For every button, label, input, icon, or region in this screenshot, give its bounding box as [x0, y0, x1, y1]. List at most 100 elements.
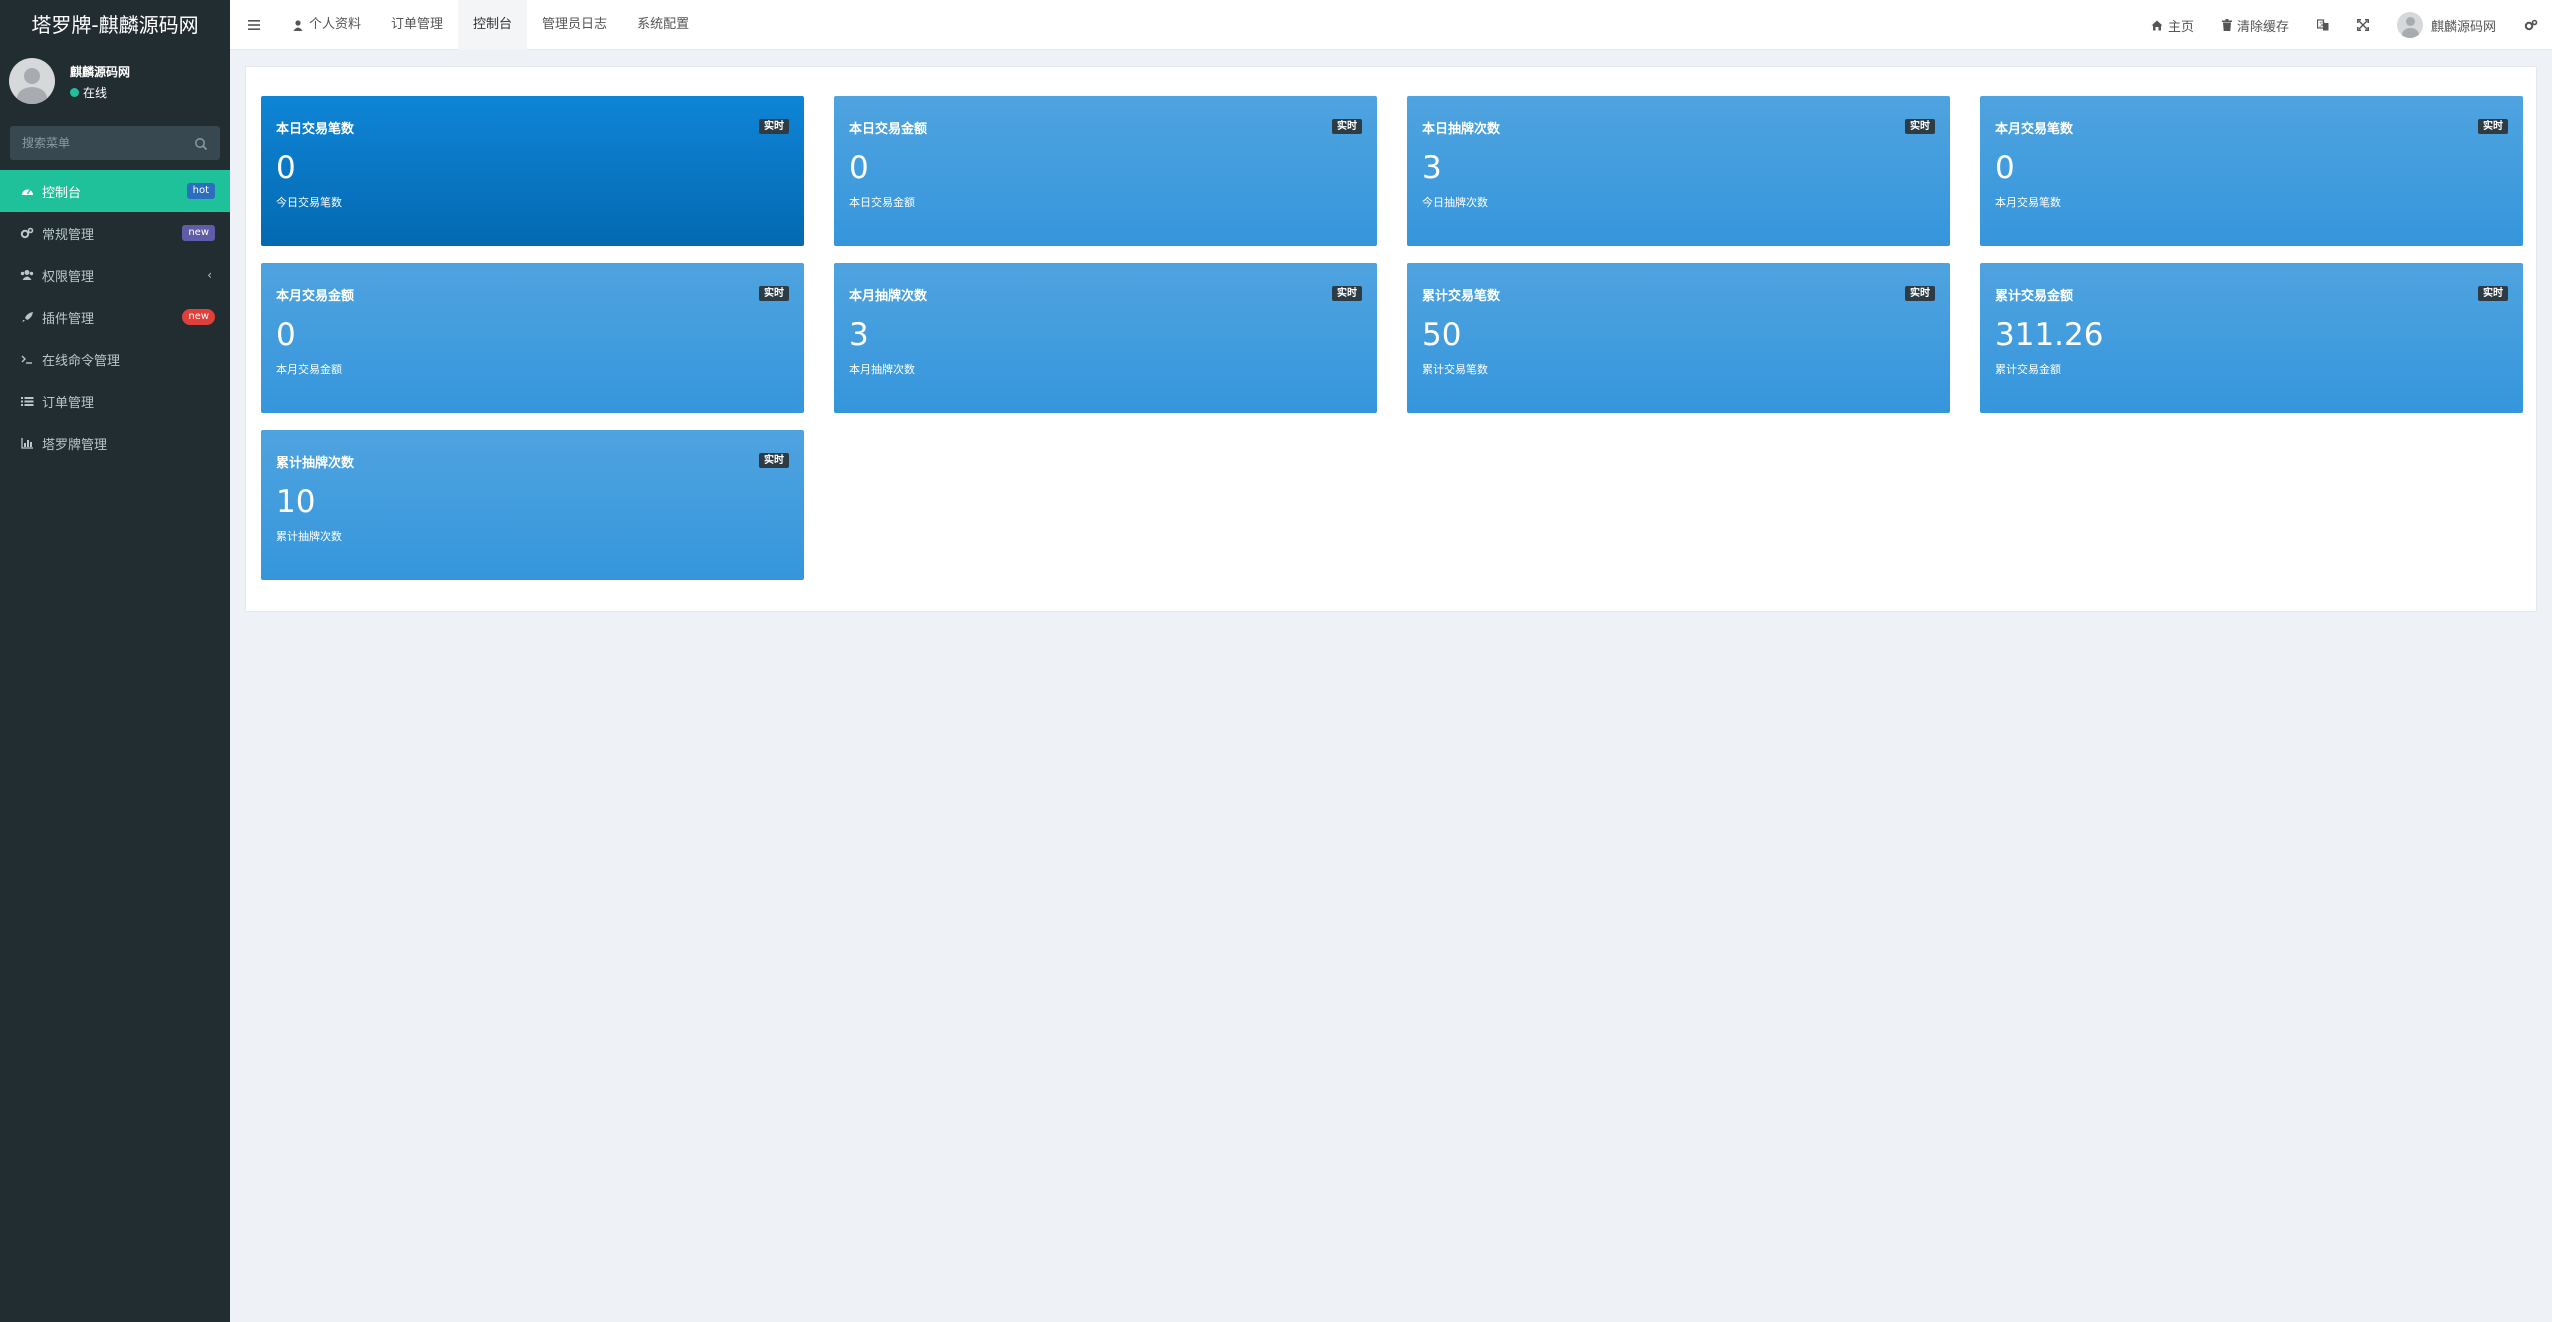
- cogs-icon: [20, 226, 34, 240]
- realtime-badge: 实时: [2478, 286, 2508, 301]
- trash-icon: [2221, 19, 2232, 31]
- terminal-icon: [20, 352, 34, 366]
- sidebar-item-label: 订单管理: [42, 395, 95, 411]
- sidebar: 塔罗牌-麒麟源码网 麒麟源码网 在线 控制台 hot 常规管理 new: [0, 0, 230, 1322]
- sidebar-item-label: 控制台: [42, 185, 82, 201]
- stat-card-value: 0: [849, 150, 869, 186]
- stat-card: 本月交易金额 实时 0 本月交易金额: [261, 263, 804, 413]
- realtime-badge: 实时: [1905, 286, 1935, 301]
- search-icon[interactable]: [194, 136, 208, 151]
- sidebar-toggle-icon[interactable]: [230, 0, 278, 50]
- stat-card-subtitle: 本月交易笔数: [1995, 196, 2061, 209]
- fullscreen-icon[interactable]: [2343, 0, 2383, 50]
- stat-card-value: 311.26: [1995, 317, 2104, 353]
- stat-card-title: 本日交易金额: [849, 122, 928, 137]
- sidebar-item-general[interactable]: 常规管理 new: [0, 212, 230, 254]
- realtime-badge: 实时: [1332, 119, 1362, 134]
- stat-card-title: 本月交易笔数: [1995, 122, 2074, 137]
- stat-card-title: 本日交易笔数: [276, 122, 355, 137]
- sidebar-item-label: 在线命令管理: [42, 353, 121, 369]
- hot-badge: hot: [186, 183, 215, 199]
- stat-card-value: 3: [1422, 150, 1442, 186]
- app-title[interactable]: 塔罗牌-麒麟源码网: [0, 0, 230, 50]
- online-dot-icon: [70, 88, 79, 97]
- tab-label: 系统配置: [637, 17, 690, 32]
- stat-card-subtitle: 累计交易笔数: [1422, 363, 1488, 376]
- language-icon[interactable]: 文: [2303, 0, 2343, 50]
- list-icon: [20, 394, 34, 408]
- right-nav: 主页 清除缓存 文 麒麟源码网: [2137, 0, 2552, 50]
- sidebar-item-label: 常规管理: [42, 227, 95, 243]
- rocket-icon: [20, 310, 34, 324]
- home-icon: [2151, 20, 2163, 31]
- stat-card: 累计交易笔数 实时 50 累计交易笔数: [1407, 263, 1950, 413]
- tab-label: 管理员日志: [542, 17, 608, 32]
- tab-orders[interactable]: 订单管理: [376, 0, 458, 50]
- clear-cache-label: 清除缓存: [2236, 19, 2289, 35]
- settings-icon[interactable]: [2510, 0, 2552, 50]
- stat-card: 累计交易金额 实时 311.26 累计交易金额: [1980, 263, 2523, 413]
- tab-admin-log[interactable]: 管理员日志: [527, 0, 622, 50]
- sidebar-item-label: 插件管理: [42, 311, 95, 327]
- stat-card: 本日抽牌次数 实时 3 今日抽牌次数: [1407, 96, 1950, 246]
- user-status: 在线: [70, 84, 107, 101]
- stat-card-title: 累计交易金额: [1995, 289, 2074, 304]
- stat-card: 本月抽牌次数 实时 3 本月抽牌次数: [834, 263, 1377, 413]
- sidebar-item-command[interactable]: 在线命令管理: [0, 338, 230, 380]
- avatar: [2396, 12, 2423, 38]
- tab-label: 控制台: [473, 17, 513, 32]
- stat-card: 累计抽牌次数 实时 10 累计抽牌次数: [261, 430, 804, 580]
- stat-card-subtitle: 本月抽牌次数: [849, 363, 915, 376]
- top-navbar: 个人资料 订单管理 控制台 管理员日志 系统配置 主页 清除缓存 文 麒麟源码网: [230, 0, 2552, 50]
- realtime-badge: 实时: [759, 119, 789, 134]
- group-icon: [20, 268, 34, 282]
- realtime-badge: 实时: [1332, 286, 1362, 301]
- sidebar-item-dashboard[interactable]: 控制台 hot: [0, 170, 230, 212]
- search-input[interactable]: [10, 126, 220, 160]
- realtime-badge: 实时: [759, 286, 789, 301]
- search-box: [10, 126, 220, 160]
- realtime-badge: 实时: [1905, 119, 1935, 134]
- tab-profile[interactable]: 个人资料: [278, 0, 376, 50]
- clear-cache-button[interactable]: 清除缓存: [2208, 0, 2303, 50]
- home-label: 主页: [2167, 19, 2194, 35]
- new-badge: new: [182, 309, 215, 325]
- user-panel: 麒麟源码网 在线: [0, 50, 230, 116]
- stat-card-value: 0: [1995, 150, 2015, 186]
- tab-dashboard[interactable]: 控制台: [458, 0, 528, 50]
- stat-card-subtitle: 本月交易金额: [276, 363, 342, 376]
- sidebar-item-label: 塔罗牌管理: [42, 437, 108, 453]
- stat-card-title: 本月抽牌次数: [849, 289, 928, 304]
- sidebar-item-tarot[interactable]: 塔罗牌管理: [0, 422, 230, 464]
- stat-card-subtitle: 今日交易笔数: [276, 196, 342, 209]
- realtime-badge: 实时: [759, 453, 789, 468]
- stat-card: 本月交易笔数 实时 0 本月交易笔数: [1980, 96, 2523, 246]
- user-menu-name: 麒麟源码网: [2430, 19, 2496, 35]
- stat-card-subtitle: 本日交易金额: [849, 196, 915, 209]
- stat-card-value: 0: [276, 317, 296, 353]
- tab-system-config[interactable]: 系统配置: [622, 0, 704, 50]
- stat-card-value: 3: [849, 317, 869, 353]
- stat-card-subtitle: 今日抽牌次数: [1422, 196, 1488, 209]
- sidebar-item-auth[interactable]: 权限管理 ‹: [0, 254, 230, 296]
- user-name: 麒麟源码网: [70, 65, 131, 79]
- stat-card-value: 50: [1422, 317, 1462, 353]
- avatar: [9, 58, 55, 104]
- sidebar-item-orders[interactable]: 订单管理: [0, 380, 230, 422]
- sidebar-item-label: 权限管理: [42, 269, 95, 285]
- stat-card: 本日交易金额 实时 0 本日交易金额: [834, 96, 1377, 246]
- tab-label: 订单管理: [391, 17, 444, 32]
- stat-card-title: 本日抽牌次数: [1422, 122, 1501, 137]
- chart-icon: [20, 436, 34, 450]
- stat-card-subtitle: 累计交易金额: [1995, 363, 2061, 376]
- tab-label: 个人资料: [309, 17, 362, 32]
- chevron-left-icon: ‹: [207, 268, 212, 282]
- stat-card: 本日交易笔数 实时 0 今日交易笔数: [261, 96, 804, 246]
- sidebar-menu: 控制台 hot 常规管理 new 权限管理 ‹ 插件管理 new 在线命令管理 …: [0, 170, 230, 464]
- user-icon: [293, 19, 303, 31]
- user-menu[interactable]: 麒麟源码网: [2383, 0, 2510, 50]
- new-badge: new: [182, 225, 215, 241]
- nav-tabs: 个人资料 订单管理 控制台 管理员日志 系统配置: [278, 0, 704, 50]
- sidebar-item-plugins[interactable]: 插件管理 new: [0, 296, 230, 338]
- home-link[interactable]: 主页: [2137, 0, 2208, 50]
